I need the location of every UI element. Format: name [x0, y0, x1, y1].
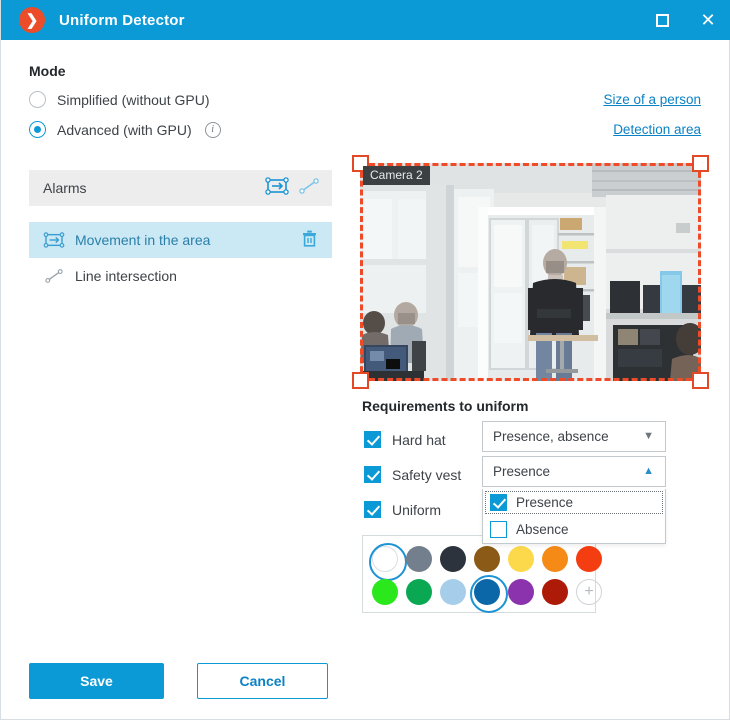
requirements-title: Requirements to uniform: [362, 398, 529, 414]
color-swatch-light-blue[interactable]: [440, 578, 466, 605]
radio-simplified[interactable]: Simplified (without GPU): [29, 91, 210, 108]
title-bar: ❯ Uniform Detector ✕: [1, 0, 730, 40]
color-swatch-red[interactable]: [576, 545, 602, 572]
close-icon: ✕: [700, 10, 716, 30]
info-icon[interactable]: i: [204, 121, 221, 138]
color-palette-row: [363, 542, 602, 581]
color-swatch-orange[interactable]: [542, 545, 568, 572]
alarm-item-label: Line intersection: [75, 268, 177, 284]
radio-simplified-label: Simplified (without GPU): [57, 91, 210, 108]
checkbox-uniform[interactable]: Uniform: [364, 501, 441, 518]
link-detection-area[interactable]: Detection area: [613, 122, 701, 137]
dropdown-option-absence-checkbox: [490, 521, 507, 538]
dropdown-option-absence[interactable]: Absence: [483, 516, 665, 543]
dropdown-option-presence-checkbox: [490, 494, 507, 511]
area-movement-icon: [43, 232, 65, 248]
checkbox-safety-vest-icon: [364, 466, 381, 483]
resize-handle-bottom-left[interactable]: [352, 372, 369, 389]
save-button[interactable]: Save: [29, 663, 164, 699]
alarms-header-actions: [265, 176, 320, 200]
dropdown-safety-vest-menu: Presence Absence: [482, 489, 666, 544]
color-swatch-brown[interactable]: [474, 545, 500, 572]
checkbox-safety-vest[interactable]: Safety vest: [364, 466, 461, 483]
camera-preview[interactable]: Camera 2: [352, 155, 709, 389]
app-logo-icon: ❯: [19, 7, 45, 33]
color-swatch-yellow[interactable]: [508, 545, 534, 572]
chevron-up-icon: ▲: [643, 465, 654, 477]
radio-simplified-icon: [29, 91, 46, 108]
color-swatch-white[interactable]: [369, 542, 407, 581]
color-swatch-gray[interactable]: [406, 545, 432, 572]
color-swatch-dark-blue[interactable]: [470, 574, 508, 613]
color-swatch-green[interactable]: [406, 578, 432, 605]
checkbox-hard-hat-icon: [364, 431, 381, 448]
radio-advanced-label: Advanced (with GPU): [57, 121, 192, 138]
office-scene-image: [360, 163, 701, 381]
alarm-item-movement-in-the-area[interactable]: Movement in the area: [29, 222, 332, 258]
dropdown-option-presence[interactable]: Presence: [483, 489, 665, 516]
camera-name-badge: Camera 2: [363, 166, 430, 185]
add-line-intersection-icon[interactable]: [298, 177, 320, 200]
window-controls: ✕: [639, 0, 730, 40]
cancel-button[interactable]: Cancel: [197, 663, 328, 699]
camera-video-frame: [360, 163, 701, 381]
window-title: Uniform Detector: [59, 11, 185, 29]
link-size-of-a-person[interactable]: Size of a person: [603, 92, 701, 107]
add-area-movement-icon[interactable]: [265, 176, 289, 200]
uniform-detector-window: ❯ Uniform Detector ✕ Mode Simplified (wi…: [0, 0, 730, 720]
chevron-down-icon: ▼: [643, 430, 654, 442]
resize-handle-bottom-right[interactable]: [692, 372, 709, 389]
color-palette-row: +: [363, 574, 602, 613]
radio-advanced[interactable]: Advanced (with GPU) i: [29, 121, 221, 138]
dropdown-hard-hat[interactable]: Presence, absence ▼: [482, 421, 666, 452]
alarms-header: Alarms: [29, 170, 332, 206]
color-swatch-bright-green[interactable]: [372, 578, 398, 605]
color-palette: +: [362, 535, 602, 613]
radio-advanced-icon: [29, 121, 46, 138]
alarm-item-label: Movement in the area: [75, 232, 211, 248]
dropdown-option-absence-label: Absence: [516, 522, 569, 537]
dropdown-option-presence-label: Presence: [516, 495, 574, 510]
resize-handle-top-right[interactable]: [692, 155, 709, 172]
alarm-item-line-intersection[interactable]: Line intersection: [29, 258, 332, 294]
add-color-button[interactable]: +: [576, 578, 602, 605]
dropdown-safety-vest[interactable]: Presence ▲: [482, 456, 666, 487]
dropdown-safety-vest-value: Presence: [493, 464, 551, 479]
maximize-icon: [655, 13, 669, 27]
checkbox-hard-hat-label: Hard hat: [392, 431, 446, 448]
color-swatch-purple[interactable]: [508, 578, 534, 605]
close-button[interactable]: ✕: [685, 0, 730, 40]
alarms-header-label: Alarms: [43, 180, 87, 196]
color-swatch-dark-slate[interactable]: [440, 545, 466, 572]
mode-section-title: Mode: [29, 63, 66, 79]
line-intersection-icon: [43, 268, 65, 284]
checkbox-uniform-label: Uniform: [392, 501, 442, 518]
checkbox-hard-hat[interactable]: Hard hat: [364, 431, 446, 448]
dropdown-hard-hat-value: Presence, absence: [493, 429, 609, 444]
checkbox-uniform-icon: [364, 501, 381, 518]
checkbox-safety-vest-label: Safety vest: [392, 466, 462, 483]
color-swatch-dark-red[interactable]: [542, 578, 568, 605]
maximize-button[interactable]: [639, 0, 685, 40]
trash-icon[interactable]: [301, 229, 318, 251]
